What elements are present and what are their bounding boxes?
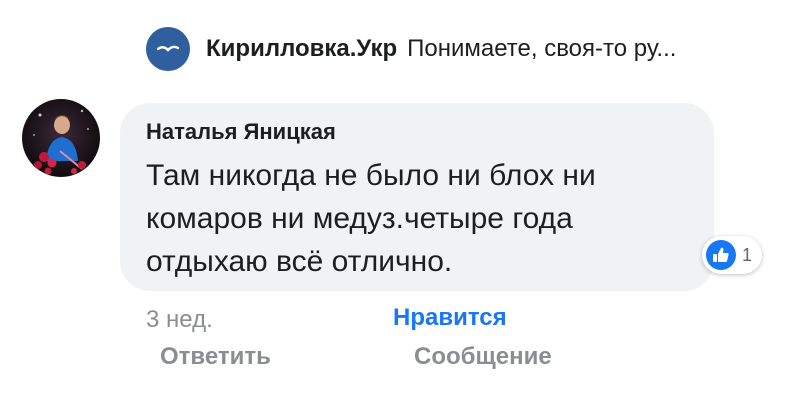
reaction-count: 1	[742, 244, 753, 265]
page-avatar[interactable]	[146, 27, 190, 71]
reply-button[interactable]: Ответить	[160, 343, 271, 371]
reaction-badge[interactable]: 1	[702, 236, 763, 274]
comment-bubble[interactable]: Наталья Яницкая Там никогда не было ни б…	[120, 103, 714, 291]
comment-author[interactable]: Наталья Яницкая	[146, 117, 688, 147]
like-button[interactable]: Нравится	[393, 304, 507, 332]
user-photo-avatar	[22, 99, 100, 177]
seagull-icon	[156, 45, 180, 52]
message-button[interactable]: Сообщение	[414, 343, 552, 371]
comment-text: Там никогда не было ни блох ни комаров н…	[146, 154, 688, 283]
reply-snippet: Понимаете, своя-то ру...	[407, 35, 677, 62]
like-reaction	[706, 240, 736, 270]
comment-line: Там никогда не было ни блох ни	[146, 159, 596, 192]
page-name[interactable]: Кирилловка.Укр	[206, 35, 397, 63]
reply-context[interactable]: Кирилловка.Укр Понимаете, своя-то ру...	[146, 27, 676, 71]
thumbs-up-icon	[713, 247, 729, 262]
comment-line: отдыхаю всё отлично.	[146, 245, 453, 278]
comment-timestamp[interactable]: 3 нед.	[146, 306, 213, 334]
user-avatar[interactable]	[22, 99, 100, 177]
comment-line: комаров ни медуз.четыре года	[146, 202, 573, 235]
